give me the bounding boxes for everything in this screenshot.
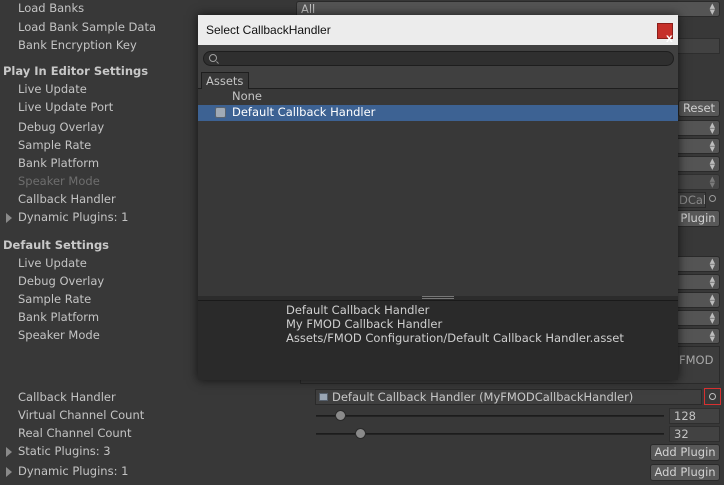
tabs-row: Assets [198,71,678,90]
tab-assets[interactable]: Assets [201,72,249,90]
script-asset-icon [319,393,328,401]
foldout-arrow-icon[interactable] [6,467,12,477]
pie-live-update-label: Live Update [18,82,87,96]
real-channel-count-label: Real Channel Count [18,426,132,440]
virtual-channel-slider-thumb[interactable] [335,410,346,421]
dropdown-arrow-icon: ▲ ▼ [709,121,715,135]
pie-debug-overlay-label: Debug Overlay [18,120,105,134]
list-item-label: None [232,89,263,103]
list-item-label: Default Callback Handler [232,105,376,119]
row-ds-callback-handler: Callback Handler Default Callback Handle… [0,388,724,407]
load-bank-sample-data-label: Load Bank Sample Data [18,20,157,34]
real-channel-count-field[interactable]: 32 [669,426,720,442]
pie-live-update-port-label: Live Update Port [18,100,114,114]
virtual-channel-slider-track[interactable] [316,415,664,417]
row-ds-dynamic-plugins: Dynamic Plugins: 1 Add Plugin [0,463,724,481]
search-field[interactable] [203,51,674,66]
ds-dynamic-plugins-label[interactable]: Dynamic Plugins: 1 [18,464,128,478]
preview-panel: Default Callback Handler My FMOD Callbac… [198,300,678,380]
row-real-channel-count: Real Channel Count 32 [0,425,724,443]
bank-encryption-key-label: Bank Encryption Key [18,38,137,52]
pie-callback-handler-field[interactable]: DCal [676,192,706,208]
asset-list: None Default Callback Handler [198,89,678,296]
dropdown-arrow-icon: ▲ ▼ [709,2,715,16]
ds-debug-overlay-dropdown[interactable]: ▲ ▼ [676,274,720,290]
ds-live-update-label: Live Update [18,256,87,270]
ds-debug-overlay-label: Debug Overlay [18,274,105,288]
ds-speaker-mode-label: Speaker Mode [18,328,100,342]
dialog-title: Select CallbackHandler [206,23,331,37]
dialog-title-bar[interactable]: Select CallbackHandler x [198,15,678,45]
ds-sample-rate-dropdown[interactable]: ▲ ▼ [676,292,720,308]
preview-asset-type: My FMOD Callback Handler [286,317,443,331]
preview-asset-path: Assets/FMOD Configuration/Default Callba… [286,331,624,345]
dropdown-arrow-icon: ▲ ▼ [709,293,715,307]
foldout-arrow-icon[interactable] [6,447,12,457]
object-picker-icon [709,393,716,400]
ds-speaker-mode-dropdown[interactable]: ▲ ▼ [676,328,720,344]
close-icon: x [666,31,673,45]
pie-speaker-mode-label: Speaker Mode [18,174,100,188]
dropdown-arrow-icon: ▲ ▼ [709,175,715,189]
dropdown-arrow-icon: ▲ ▼ [709,139,715,153]
dropdown-arrow-icon: ▲ ▼ [709,157,715,171]
pie-bank-platform-label: Bank Platform [18,156,100,170]
dropdown-arrow-icon: ▲ ▼ [709,311,715,325]
ds-callback-handler-value: Default Callback Handler (MyFMODCallback… [332,390,634,404]
foldout-arrow-icon[interactable] [6,213,12,223]
ds-live-update-dropdown[interactable]: ▲ ▼ [676,256,720,272]
ds-bank-platform-label: Bank Platform [18,310,100,324]
bank-encryption-key-field[interactable] [676,38,720,54]
preview-asset-name: Default Callback Handler [286,303,430,317]
row-virtual-channel-count: Virtual Channel Count 128 [0,407,724,425]
real-channel-slider-track[interactable] [316,433,664,435]
pie-callback-handler-label: Callback Handler [18,192,116,206]
ds-sample-rate-label: Sample Rate [18,292,92,306]
ds-bank-platform-dropdown[interactable]: ▲ ▼ [676,310,720,326]
dropdown-arrow-icon: ▲ ▼ [709,257,715,271]
close-button[interactable]: x [657,23,673,45]
select-callback-handler-dialog: Select CallbackHandler x Assets None Def… [198,15,678,380]
row-static-plugins: Static Plugins: 3 Add Plugin [0,443,724,461]
ds-callback-handler-field[interactable]: Default Callback Handler (MyFMODCallback… [315,389,702,405]
splitter-handle[interactable] [422,296,454,299]
search-bar [198,45,678,71]
virtual-channel-count-field[interactable]: 128 [669,408,720,424]
list-item-none[interactable]: None [198,89,678,105]
object-picker-button[interactable] [704,388,721,405]
dropdown-arrow-icon: ▲ ▼ [709,329,715,343]
pie-add-plugin-button[interactable]: Plugin [676,210,720,227]
search-icon [209,54,217,62]
pie-speaker-mode-dropdown: ▲ ▼ [676,174,720,190]
pie-sample-rate-label: Sample Rate [18,138,92,152]
static-plugins-label[interactable]: Static Plugins: 3 [18,444,111,458]
pie-dynamic-plugins-label[interactable]: Dynamic Plugins: 1 [18,210,128,224]
pie-bank-platform-dropdown[interactable]: ▲ ▼ [676,156,720,172]
real-channel-slider-thumb[interactable] [355,428,366,439]
static-add-plugin-button[interactable]: Add Plugin [650,444,720,461]
load-banks-value: All [301,2,316,16]
ds-callback-handler-label: Callback Handler [18,390,116,404]
help-text-partial: FMOD [679,353,714,367]
object-picker-icon[interactable] [709,195,716,202]
dynamic-add-plugin-button[interactable]: Add Plugin [650,464,720,481]
default-settings-header: Default Settings [3,238,110,252]
pie-debug-overlay-dropdown[interactable]: ▲ ▼ [676,120,720,136]
play-in-editor-header: Play In Editor Settings [3,64,149,78]
virtual-channel-count-label: Virtual Channel Count [18,408,145,422]
load-banks-label: Load Banks [18,1,85,15]
search-input[interactable] [222,52,662,65]
pie-sample-rate-dropdown[interactable]: ▲ ▼ [676,138,720,154]
list-item-default-callback-handler[interactable]: Default Callback Handler [198,105,678,121]
reset-button[interactable]: Reset [678,100,720,117]
script-asset-icon [215,107,226,118]
dropdown-arrow-icon: ▲ ▼ [709,275,715,289]
